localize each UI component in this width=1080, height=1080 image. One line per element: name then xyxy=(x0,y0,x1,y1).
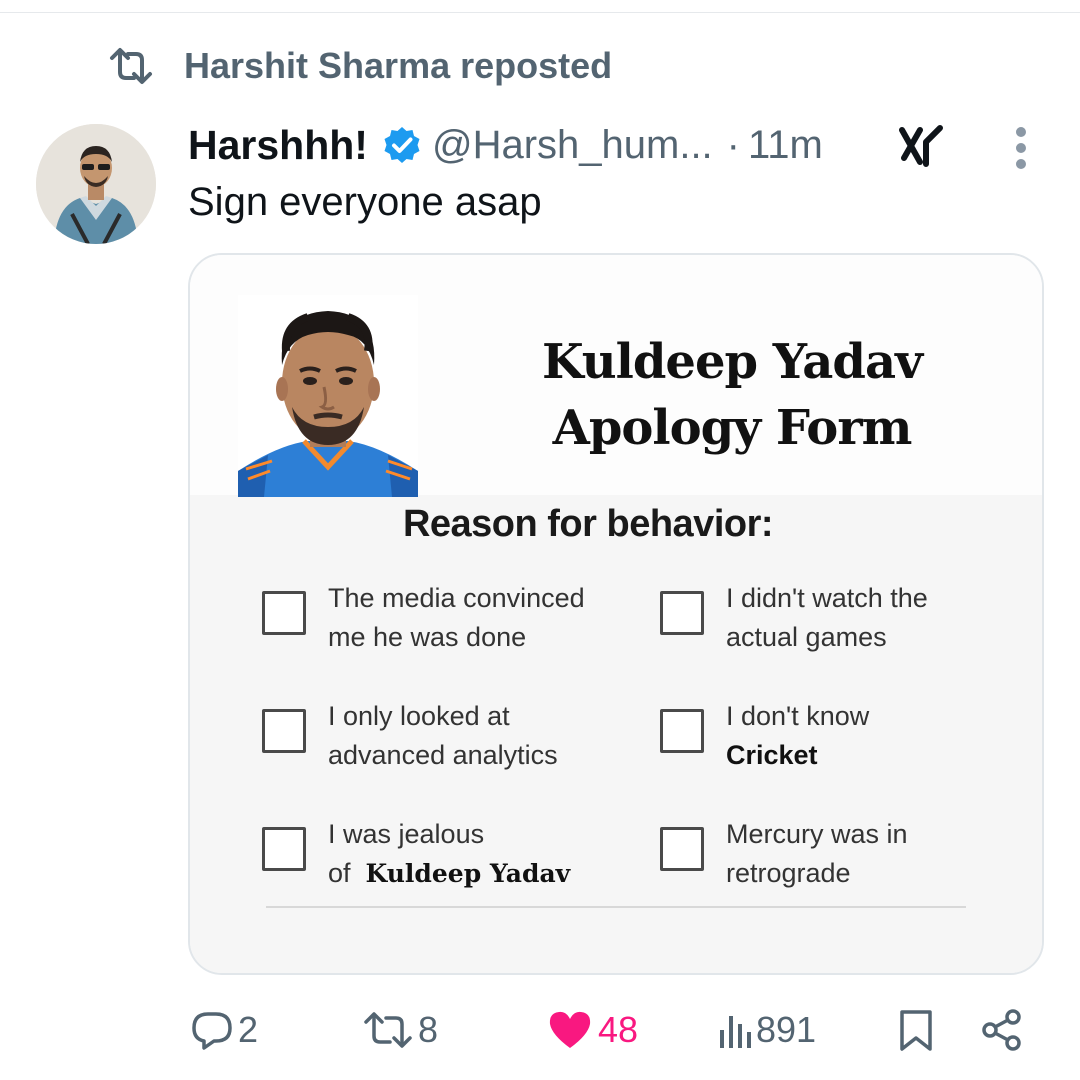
tweet-media-image[interactable]: Kuldeep Yadav Apology Form Reason for be… xyxy=(188,253,1044,975)
repost-label: Harshit Sharma reposted xyxy=(184,45,613,86)
player-photo xyxy=(238,295,418,497)
checkbox xyxy=(660,591,704,635)
view-count: 891 xyxy=(756,1009,817,1050)
repost-icon xyxy=(364,1012,412,1048)
more-options-icon[interactable] xyxy=(1006,124,1036,172)
repost-button[interactable]: 8 xyxy=(362,1008,438,1052)
tweet-text: Sign everyone asap xyxy=(188,180,542,224)
checkbox xyxy=(660,709,704,753)
checkbox xyxy=(262,827,306,871)
form-title-line-1: Kuldeep Yadav xyxy=(542,334,923,390)
checkbox xyxy=(262,591,306,635)
option-label: I didn't watch the actual games xyxy=(726,583,928,652)
option-label: Mercury was in retrograde xyxy=(726,819,908,888)
like-button[interactable]: 48 xyxy=(548,1008,638,1052)
checkbox xyxy=(660,827,704,871)
verified-badge-icon xyxy=(384,127,420,163)
avatar-image xyxy=(36,124,156,244)
top-divider xyxy=(0,12,1080,13)
repost-count: 8 xyxy=(418,1009,439,1050)
reply-button[interactable]: 2 xyxy=(190,1008,258,1052)
bookmark-button[interactable] xyxy=(898,1008,934,1052)
form-title-line-2: Apology Form xyxy=(552,400,913,456)
option-label: I was jealous of Kuldeep Yadav xyxy=(328,819,571,888)
heart-icon xyxy=(549,1011,591,1048)
bookmark-icon xyxy=(900,1010,932,1051)
grok-icon[interactable] xyxy=(898,124,946,168)
reason-heading: Reason for behavior: xyxy=(402,503,774,545)
separator-dot: · xyxy=(726,122,740,167)
tweet-actions: 2 8 48 891 xyxy=(0,1000,1080,1060)
option-label: I don't know Cricket xyxy=(726,701,870,770)
form-title: Kuldeep Yadav Apology Form xyxy=(462,329,1002,461)
option-label: The media convinced me he was done xyxy=(328,583,585,652)
form-divider xyxy=(266,906,966,908)
share-button[interactable] xyxy=(980,1008,1024,1052)
reply-icon xyxy=(192,1012,232,1050)
views-button[interactable]: 891 xyxy=(718,1008,816,1052)
avatar[interactable] xyxy=(36,124,156,244)
author-display-name[interactable]: Harshhh! xyxy=(188,122,368,169)
reply-count: 2 xyxy=(238,1009,259,1050)
checkbox xyxy=(262,709,306,753)
share-icon xyxy=(982,1009,1021,1051)
repost-icon xyxy=(110,48,152,84)
repost-context[interactable]: Harshit Sharma reposted xyxy=(106,44,612,88)
views-icon xyxy=(720,1016,751,1048)
like-count: 48 xyxy=(598,1009,639,1050)
author-handle[interactable]: @Harsh_hum... xyxy=(432,123,713,168)
tweet-header: Harshhh! @Harsh_hum... · 11m xyxy=(188,118,823,172)
timestamp[interactable]: 11m xyxy=(748,123,823,168)
option-label: I only looked at advanced analytics xyxy=(328,701,558,770)
